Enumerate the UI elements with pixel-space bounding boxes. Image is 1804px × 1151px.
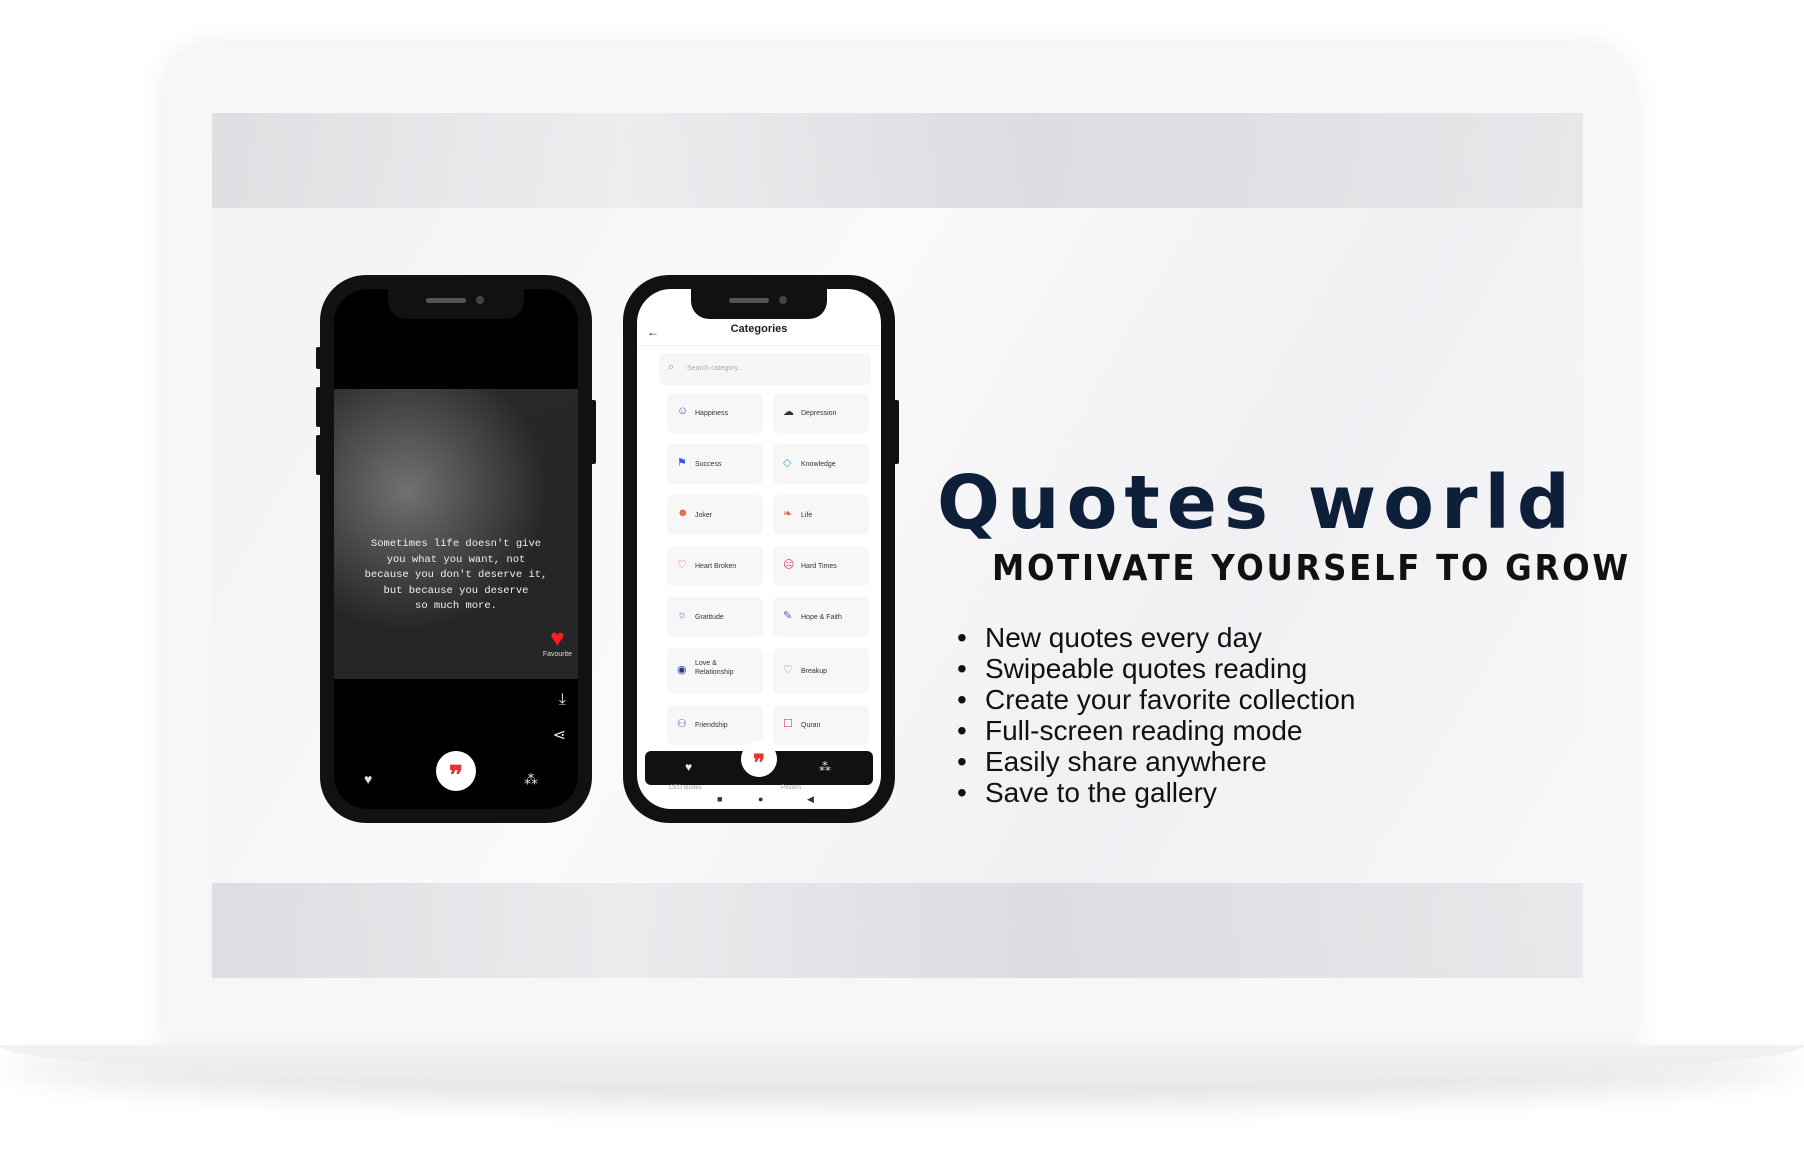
category-item[interactable]: ☁ Depression — [773, 393, 869, 433]
feature-item: Save to the gallery — [957, 777, 1355, 808]
share-icon[interactable]: ⋖ — [553, 725, 566, 745]
bottom-nav: ♥ ❞ ⁂ — [645, 741, 873, 785]
broken-heart-icon: ♡ — [677, 559, 687, 571]
speaker — [426, 298, 466, 303]
search-input[interactable]: ⌕ Search category... — [659, 353, 871, 385]
quote-background-photo: Sometimes life doesn't give you what you… — [334, 389, 578, 679]
phone-side-button — [316, 387, 321, 427]
book-icon: ☐ — [783, 718, 793, 730]
bottom-nav: ♥ ❞ ⁂ — [334, 751, 578, 795]
home-icon[interactable]: ● — [758, 794, 763, 804]
category-item[interactable]: ☻ Joker — [667, 495, 763, 535]
feature-item: Create your favorite collection — [957, 684, 1355, 715]
category-label: Knowledge — [801, 461, 836, 468]
laughing-face-icon: ☻ — [677, 507, 689, 519]
search-placeholder: Search category... — [687, 365, 744, 372]
app-tagline: MOTIVATE YOURSELF TO GROW — [992, 548, 1631, 589]
cloud-icon: ☁ — [783, 406, 794, 418]
paper-band-top — [212, 113, 1583, 208]
happiness-icon: ☺ — [677, 405, 689, 417]
favourites-nav-icon[interactable]: ♥ — [364, 771, 372, 787]
category-item[interactable]: ✎ Hope & Faith — [773, 597, 869, 637]
phone-screen: Sometimes life doesn't give you what you… — [334, 289, 578, 809]
heart-circle-icon: ◉ — [677, 664, 687, 676]
favourite-button[interactable]: ♥ Favourite — [542, 625, 572, 659]
feather-icon: ✎ — [783, 610, 793, 622]
people-icon: ⚇ — [677, 718, 687, 730]
recent-apps-icon[interactable]: ■ — [717, 794, 722, 804]
category-item[interactable]: ◇ Knowledge — [773, 444, 869, 484]
sun-icon: ☼ — [677, 609, 688, 621]
phone-categories-view: ← Categories ⌕ Search category... ☺ Happ… — [623, 275, 899, 823]
speaker — [729, 298, 769, 303]
category-label: Heart Broken — [695, 563, 737, 570]
favourites-nav-icon[interactable]: ♥ — [685, 760, 692, 774]
category-item[interactable]: ☹ Hard Times — [773, 546, 869, 586]
heart-icon: ♥ — [550, 625, 565, 652]
leaf-icon: ❧ — [783, 508, 793, 520]
category-label: Happiness — [695, 410, 729, 417]
feature-list: New quotes every day Swipeable quotes re… — [957, 622, 1355, 808]
category-item[interactable]: ❧ Life — [773, 495, 869, 535]
category-item[interactable]: ⚑ Success — [667, 444, 763, 484]
categories-nav-icon[interactable]: ⁂ — [819, 760, 831, 774]
category-peek-label: CEO quotes — [669, 785, 702, 791]
phone-side-button — [316, 347, 321, 369]
category-label: Depression — [801, 410, 837, 417]
back-icon[interactable]: ◀ — [807, 794, 814, 805]
camera — [476, 296, 484, 304]
favourite-label: Favourite — [542, 651, 572, 658]
heart-crack-icon: ♡ — [783, 664, 793, 676]
feature-item: Full-screen reading mode — [957, 715, 1355, 746]
phone-notch — [388, 289, 524, 319]
phone-side-button — [591, 400, 596, 464]
feature-item: Swipeable quotes reading — [957, 653, 1355, 684]
paper-band-bottom — [212, 883, 1583, 978]
category-label: Hope & Faith — [801, 614, 842, 621]
category-label: Gratitude — [695, 614, 724, 621]
rocket-icon: ⚑ — [677, 457, 687, 469]
system-nav-bar: ■ ● ◀ — [637, 794, 881, 808]
phone-quote-view: Sometimes life doesn't give you what you… — [316, 275, 596, 823]
categories-header: ← Categories — [637, 319, 881, 346]
phone-side-button — [316, 435, 321, 475]
camera — [779, 296, 787, 304]
categories-nav-icon[interactable]: ⁂ — [524, 771, 538, 788]
feature-item: New quotes every day — [957, 622, 1355, 653]
category-item[interactable]: ☐ Quran — [773, 705, 869, 745]
laptop-base — [0, 1045, 1804, 1085]
quotes-nav-button[interactable]: ❞ — [741, 741, 777, 777]
category-label: Quran — [801, 722, 821, 729]
search-icon: ⌕ — [668, 361, 675, 373]
download-icon[interactable]: ⤓ — [559, 691, 566, 709]
category-item[interactable]: ☺ Happiness — [667, 393, 763, 433]
phone-notch — [691, 289, 827, 319]
category-label: Friendship — [695, 722, 728, 729]
category-label: Joker — [695, 512, 713, 519]
app-title: Quotes world — [937, 460, 1577, 546]
category-item[interactable]: ◉ Love & Relationship — [667, 648, 763, 694]
category-peek-label: Posters — [781, 785, 802, 791]
sad-face-icon: ☹ — [783, 559, 795, 571]
category-item[interactable]: ⚇ Friendship — [667, 705, 763, 745]
category-item[interactable]: ♡ Breakup — [773, 648, 869, 694]
quotes-nav-button[interactable]: ❞ — [436, 751, 476, 791]
category-label: Hard Times — [801, 563, 837, 570]
phone-side-button — [894, 400, 899, 464]
quote-text: Sometimes life doesn't give you what you… — [364, 538, 548, 612]
category-item[interactable]: ♡ Heart Broken — [667, 546, 763, 586]
category-label: Love & Relationship — [695, 660, 734, 676]
category-label: Life — [801, 512, 813, 519]
phone-screen: ← Categories ⌕ Search category... ☺ Happ… — [637, 289, 881, 809]
category-item[interactable]: ☼ Gratitude — [667, 597, 763, 637]
page-title: Categories — [730, 323, 788, 335]
graduation-cap-icon: ◇ — [783, 457, 792, 469]
category-label: Breakup — [801, 668, 828, 675]
category-label: Success — [695, 461, 722, 468]
feature-item: Easily share anywhere — [957, 746, 1355, 777]
